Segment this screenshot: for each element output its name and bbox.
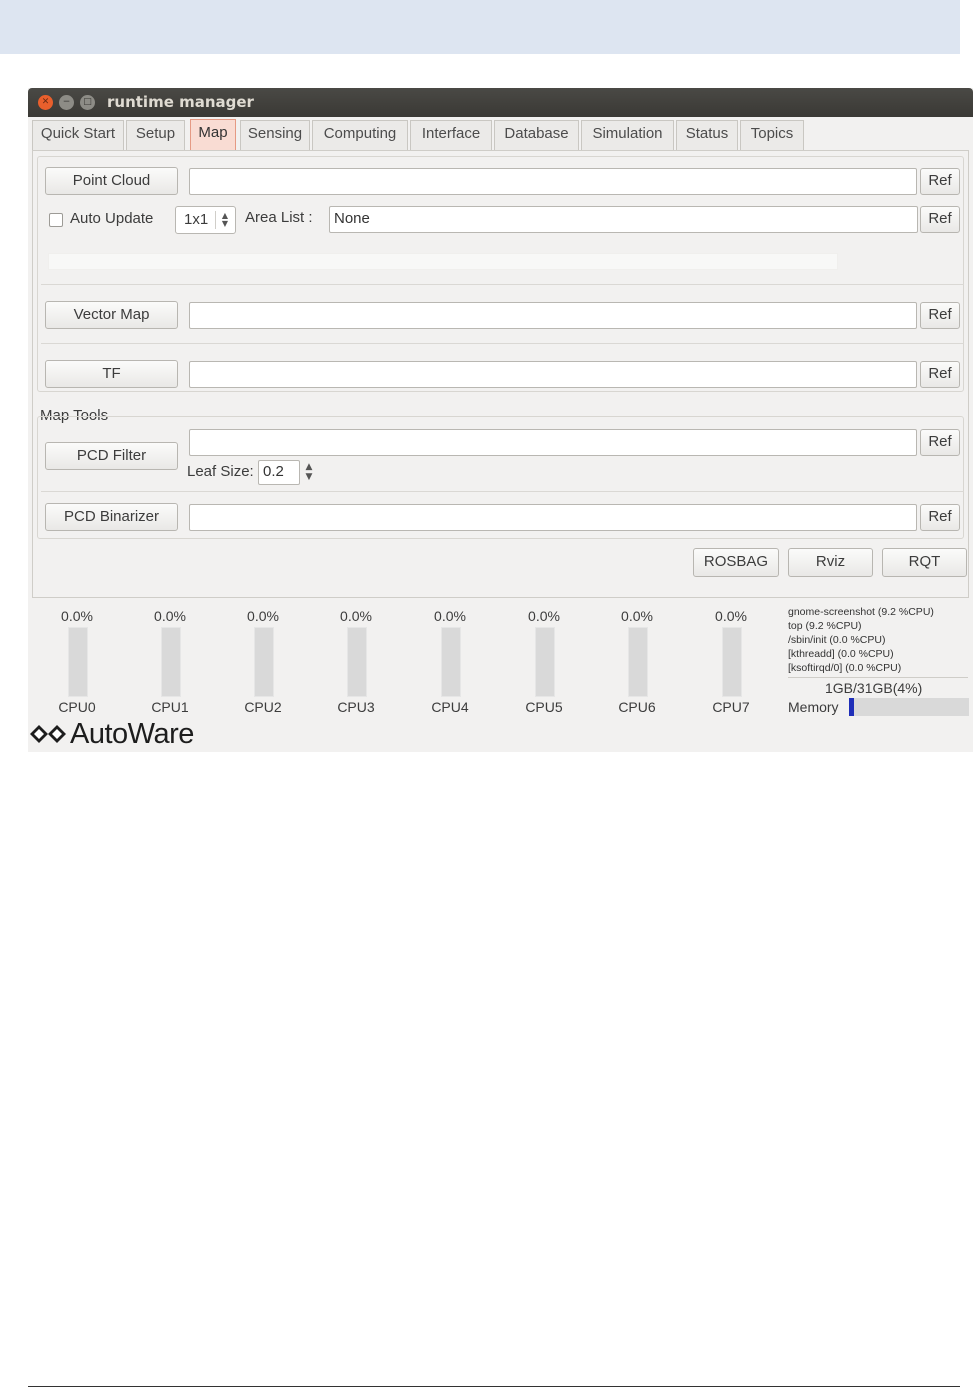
pcd-filter-button[interactable]: PCD Filter — [45, 442, 178, 470]
pcd-binarizer-path-field[interactable] — [189, 504, 917, 531]
cpu-usage-bar — [347, 627, 367, 697]
tab-map[interactable]: Map — [190, 119, 236, 150]
grid-size-spinner[interactable]: 1x1 ▲ ▼ — [175, 206, 236, 234]
system-monitor: 0.0% CPU0 0.0% CPU1 0.0% CPU2 0.0% CPU3 … — [28, 601, 973, 752]
tab-database[interactable]: Database — [494, 120, 579, 150]
tab-setup[interactable]: Setup — [126, 120, 185, 150]
tab-status[interactable]: Status — [676, 120, 738, 150]
cpu-usage-value: 0.0% — [715, 608, 747, 624]
cpu-usage-value: 0.0% — [621, 608, 653, 624]
vector-map-path-field[interactable] — [189, 302, 917, 329]
tab-quick-start[interactable]: Quick Start — [32, 120, 124, 150]
document-header-band — [0, 0, 960, 54]
rviz-button[interactable]: Rviz — [788, 548, 873, 577]
leaf-size-field[interactable]: 0.2 — [258, 460, 300, 485]
separator — [788, 677, 968, 678]
tab-simulation[interactable]: Simulation — [581, 120, 674, 150]
cpu-usage-value: 0.0% — [61, 608, 93, 624]
memory-usage-text: 1GB/31GB(4%) — [825, 680, 923, 696]
rqt-button[interactable]: RQT — [882, 548, 967, 577]
cpu-usage-bar — [68, 627, 88, 697]
tf-button[interactable]: TF — [45, 360, 178, 388]
pcd-binarizer-ref-button[interactable]: Ref — [920, 504, 960, 531]
title-bar[interactable]: ✕ − □ runtime manager — [28, 88, 973, 117]
auto-update-checkbox[interactable] — [49, 213, 63, 227]
cpu-label: CPU4 — [431, 699, 469, 715]
cpu-usage-value: 0.0% — [434, 608, 466, 624]
cpu-label: CPU0 — [58, 699, 96, 715]
process-entry: [ksoftirqd/0] (0.0 %CPU) — [788, 662, 902, 674]
autoware-logo-icon — [30, 725, 66, 743]
tab-sensing[interactable]: Sensing — [240, 120, 310, 150]
memory-label: Memory — [788, 699, 839, 715]
cpu-usage-value: 0.0% — [154, 608, 186, 624]
cpu-usage-bar — [161, 627, 181, 697]
cpu-usage-bar — [535, 627, 555, 697]
cpu-usage-value: 0.0% — [247, 608, 279, 624]
cpu-usage-bar — [254, 627, 274, 697]
cpu-label: CPU7 — [712, 699, 750, 715]
point-cloud-button[interactable]: Point Cloud — [45, 167, 178, 195]
tab-interface[interactable]: Interface — [410, 120, 492, 150]
separator — [41, 343, 964, 344]
cpu-usage-value: 0.0% — [528, 608, 560, 624]
close-window-icon[interactable]: ✕ — [38, 95, 53, 110]
minimize-window-icon[interactable]: − — [59, 95, 74, 110]
vector-map-button[interactable]: Vector Map — [45, 301, 178, 329]
area-list-ref-button[interactable]: Ref — [920, 206, 960, 233]
point-cloud-ref-button[interactable]: Ref — [920, 168, 960, 195]
tab-topics[interactable]: Topics — [740, 120, 804, 150]
process-entry: top (9.2 %CPU) — [788, 620, 862, 632]
cpu-label: CPU6 — [618, 699, 656, 715]
cpu-usage-bar — [628, 627, 648, 697]
runtime-manager-window: ✕ − □ runtime manager Quick Start Setup … — [28, 88, 973, 752]
memory-usage-bar — [849, 698, 969, 716]
pcd-binarizer-button[interactable]: PCD Binarizer — [45, 503, 178, 531]
cpu-label: CPU5 — [525, 699, 563, 715]
memory-usage-fill — [849, 698, 854, 716]
area-list-field[interactable]: None — [329, 206, 918, 233]
autoware-logo-text: AutoWare — [70, 718, 194, 750]
grid-size-value: 1x1 — [184, 211, 209, 228]
leaf-size-label: Leaf Size: — [187, 463, 254, 480]
window-title: runtime manager — [107, 93, 254, 111]
cpu-label: CPU3 — [337, 699, 375, 715]
process-entry: /sbin/init (0.0 %CPU) — [788, 634, 886, 646]
area-list-label: Area List : — [245, 209, 313, 226]
map-tab-panel: Point Cloud Ref Auto Update 1x1 ▲ ▼ Area … — [32, 150, 969, 598]
process-entry: gnome-screenshot (9.2 %CPU) — [788, 606, 934, 618]
tf-path-field[interactable] — [189, 361, 917, 388]
spinner-divider — [215, 211, 216, 229]
spinner-arrows-icon[interactable]: ▲ ▼ — [219, 212, 231, 228]
leaf-size-stepper-icon[interactable]: ▲ ▼ — [303, 462, 315, 482]
rosbag-button[interactable]: ROSBAG — [693, 548, 779, 577]
tf-ref-button[interactable]: Ref — [920, 361, 960, 388]
cpu-label: CPU1 — [151, 699, 189, 715]
pcd-filter-ref-button[interactable]: Ref — [920, 429, 960, 456]
maximize-window-icon[interactable]: □ — [80, 95, 95, 110]
vector-map-ref-button[interactable]: Ref — [920, 302, 960, 329]
separator — [41, 284, 964, 285]
cpu-usage-value: 0.0% — [340, 608, 372, 624]
page-footer-rule — [28, 1386, 960, 1387]
separator — [41, 491, 964, 492]
pcd-filter-path-field[interactable] — [189, 429, 917, 456]
auto-update-label: Auto Update — [70, 210, 154, 227]
process-entry: [kthreadd] (0.0 %CPU) — [788, 648, 894, 660]
tab-computing[interactable]: Computing — [312, 120, 408, 150]
cpu-label: CPU2 — [244, 699, 282, 715]
cpu-usage-bar — [722, 627, 742, 697]
point-cloud-path-field[interactable] — [189, 168, 917, 195]
cpu-usage-bar — [441, 627, 461, 697]
point-cloud-progress-bar — [48, 253, 838, 270]
